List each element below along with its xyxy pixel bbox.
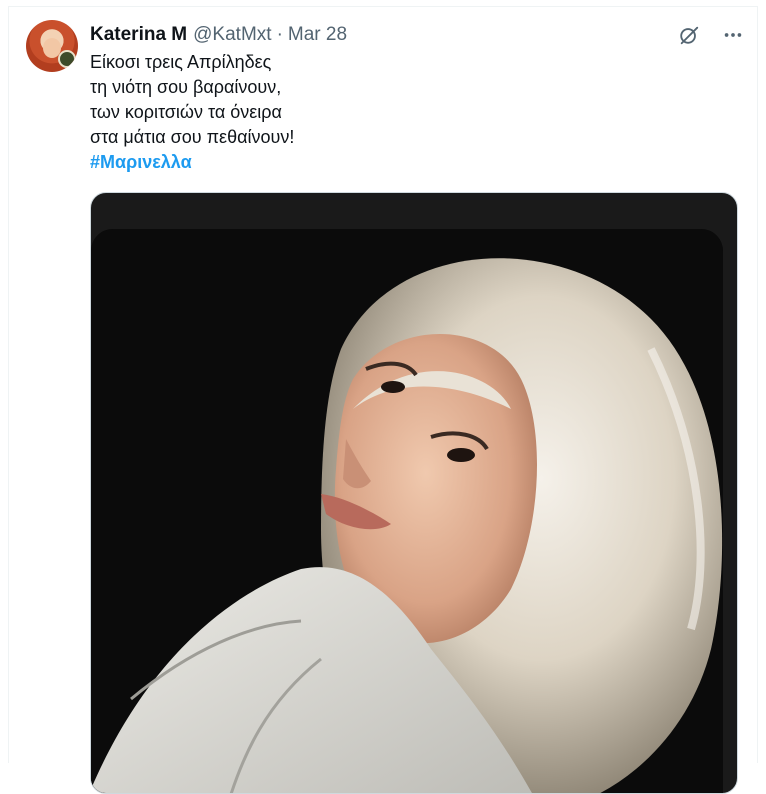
timeline-border-top [8,6,758,7]
grok-icon[interactable] [676,22,702,48]
tweet-text-line: Είκοσι τρεις Απρίληδες [90,52,272,72]
tweet-date[interactable]: Mar 28 [288,24,347,46]
photo[interactable] [91,229,723,793]
hashtag-link[interactable]: #Μαρινελλα [90,150,746,175]
tweet-text-line: των κοριτσιών τα όνειρα [90,102,282,122]
tweet-content: Katerina M @KatMxt · Mar 28 Είκοσι τρεις… [90,20,746,794]
tweet-text: Είκοσι τρεις Απρίληδες τη νιότη σου βαρα… [90,50,746,175]
tweet-media[interactable] [90,192,738,794]
tweet-text-line: στα μάτια σου πεθαίνουν! [90,127,295,147]
portrait-image [91,229,723,793]
timeline-border-left [8,6,9,763]
author-name[interactable]: Katerina M [90,24,187,46]
separator-dot: · [276,24,283,45]
tweet-text-line: τη νιότη σου βαραίνουν, [90,77,282,97]
avatar[interactable] [26,20,78,72]
more-icon[interactable] [720,22,746,48]
timeline-border-right [757,6,758,763]
author-handle[interactable]: @KatMxt [193,24,271,46]
avatar-badge [58,50,76,68]
tweet[interactable]: Katerina M @KatMxt · Mar 28 Είκοσι τρεις… [26,20,746,794]
tweet-actions [676,22,746,48]
tweet-header: Katerina M @KatMxt · Mar 28 [90,20,746,50]
